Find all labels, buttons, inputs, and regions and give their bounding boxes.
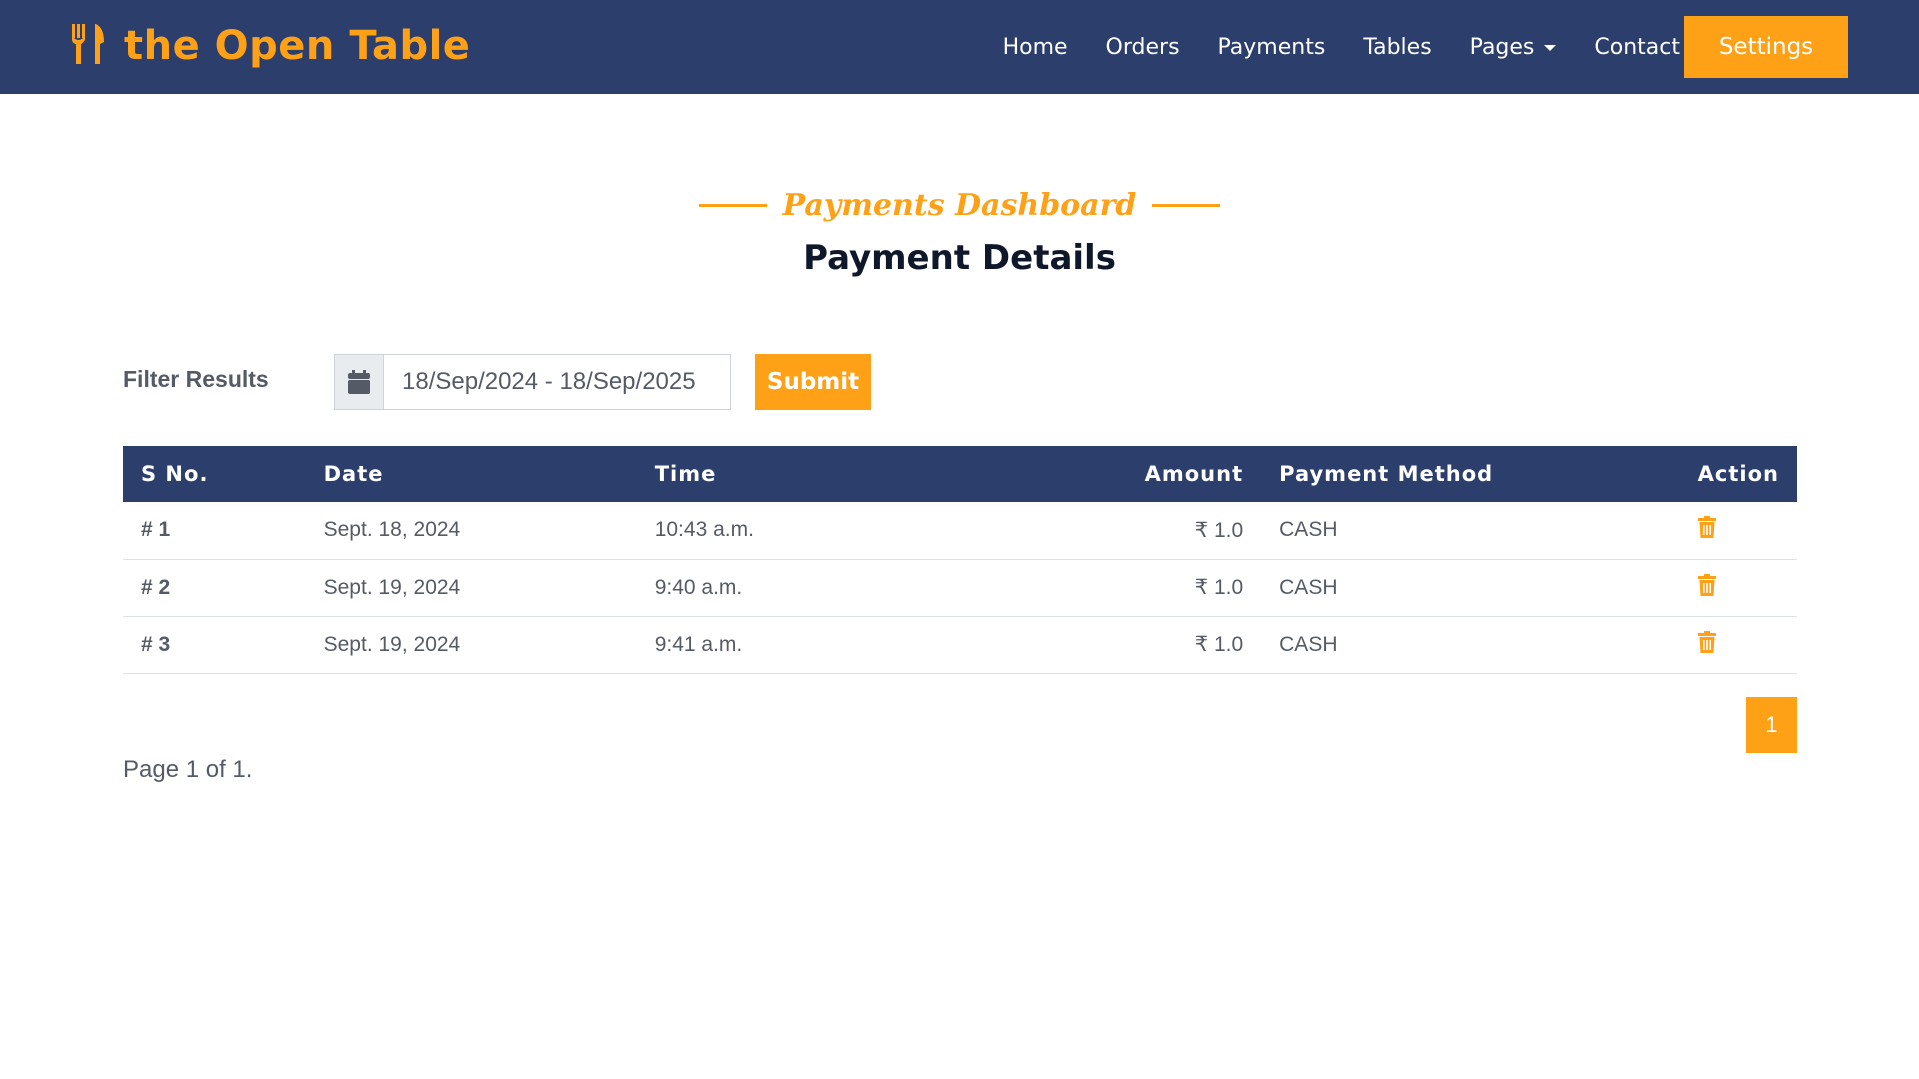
nav-orders[interactable]: Orders	[1087, 35, 1199, 60]
cell-sno: # 3	[123, 616, 306, 674]
cell-method: CASH	[1261, 559, 1680, 617]
cell-amount: ₹ 1.0	[899, 502, 1262, 560]
cell-method: CASH	[1261, 502, 1680, 560]
trash-icon[interactable]	[1697, 516, 1716, 544]
submit-button[interactable]: Submit	[755, 354, 871, 410]
settings-button[interactable]: Settings	[1684, 16, 1848, 78]
nav-contact[interactable]: Contact	[1575, 35, 1699, 60]
nav-links: Home Orders Payments Tables Pages Contac…	[984, 0, 1699, 94]
divider-right	[1152, 204, 1221, 207]
col-header-method: Payment Method	[1261, 446, 1680, 502]
col-header-amount: Amount	[899, 446, 1262, 502]
cell-date: Sept. 18, 2024	[305, 502, 637, 560]
calendar-icon[interactable]	[335, 355, 384, 409]
caret-down-icon	[1544, 45, 1557, 51]
col-header-action: Action	[1679, 446, 1797, 502]
nav-payments[interactable]: Payments	[1199, 35, 1345, 60]
cell-action	[1679, 616, 1797, 674]
nav-pages-dropdown[interactable]: Pages	[1451, 35, 1576, 60]
cell-amount: ₹ 1.0	[899, 616, 1262, 674]
section-subtitle: Payments Dashboard	[0, 188, 1919, 223]
cell-method: CASH	[1261, 616, 1680, 674]
table-header-row: S No. Date Time Amount Payment Method Ac…	[123, 446, 1797, 502]
pagination-page-1[interactable]: 1	[1746, 697, 1797, 753]
brand-logo[interactable]: the Open Table	[70, 18, 470, 74]
table-row: # 2 Sept. 19, 2024 9:40 a.m. ₹ 1.0 CASH	[123, 559, 1797, 617]
cell-date: Sept. 19, 2024	[305, 559, 637, 617]
cell-action	[1679, 502, 1797, 560]
cell-sno: # 2	[123, 559, 306, 617]
nav-home[interactable]: Home	[984, 35, 1087, 60]
date-range-input[interactable]	[384, 355, 730, 409]
cell-time: 9:41 a.m.	[636, 616, 900, 674]
cell-amount: ₹ 1.0	[899, 559, 1262, 617]
col-header-time: Time	[636, 446, 900, 502]
divider-left	[698, 204, 767, 207]
nav-pages-label: Pages	[1469, 34, 1535, 60]
cell-time: 9:40 a.m.	[636, 559, 900, 617]
filter-label: Filter Results	[123, 366, 269, 392]
navbar: the Open Table Home Orders Payments Tabl…	[0, 0, 1919, 94]
cell-action	[1679, 559, 1797, 617]
col-header-sno: S No.	[123, 446, 306, 502]
trash-icon[interactable]	[1697, 630, 1716, 659]
nav-tables[interactable]: Tables	[1344, 35, 1450, 60]
page-info: Page 1 of 1.	[123, 756, 253, 783]
date-range-group	[334, 354, 731, 410]
table-row: # 1 Sept. 18, 2024 10:43 a.m. ₹ 1.0 CASH	[123, 502, 1797, 560]
col-header-date: Date	[305, 446, 637, 502]
page-title: Payment Details	[803, 238, 1116, 278]
table-row: # 3 Sept. 19, 2024 9:41 a.m. ₹ 1.0 CASH	[123, 616, 1797, 674]
subtitle-text: Payments Dashboard	[782, 188, 1137, 223]
cell-date: Sept. 19, 2024	[305, 616, 637, 674]
payments-table: S No. Date Time Amount Payment Method Ac…	[123, 446, 1797, 674]
cell-time: 10:43 a.m.	[636, 502, 900, 560]
trash-icon[interactable]	[1697, 573, 1716, 602]
utensils-icon	[70, 22, 106, 71]
brand-name: the Open Table	[124, 23, 471, 69]
cell-sno: # 1	[123, 502, 306, 560]
